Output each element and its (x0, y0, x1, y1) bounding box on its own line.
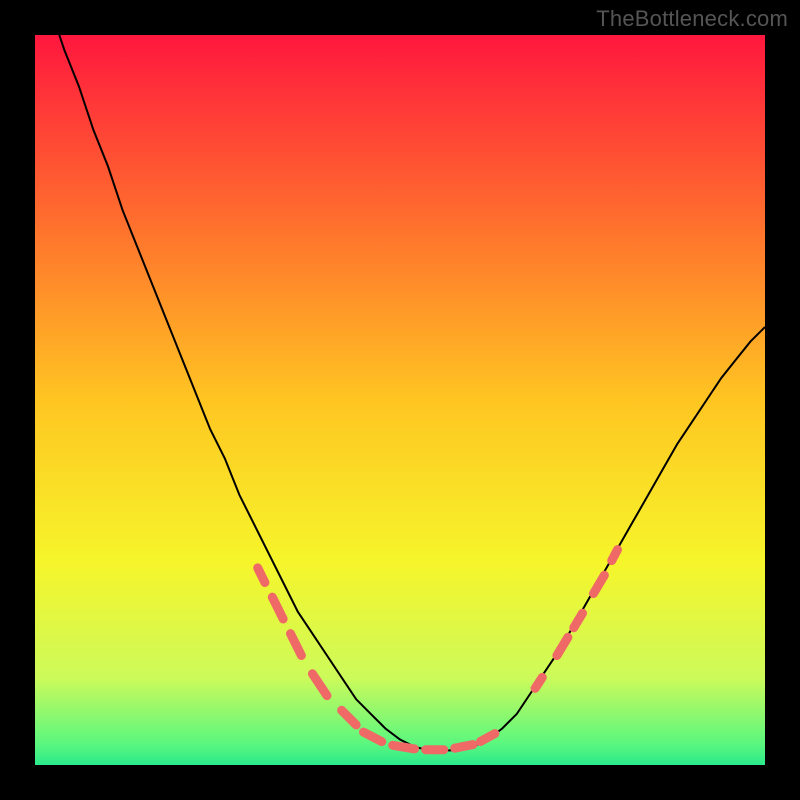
chart-svg (35, 35, 765, 765)
dash-segment (612, 550, 618, 561)
dash-segment (393, 745, 415, 749)
chart-plot (35, 35, 765, 765)
chart-frame: TheBottleneck.com (0, 0, 800, 800)
dash-segment (535, 677, 542, 688)
watermark-text: TheBottleneck.com (596, 6, 788, 32)
dash-segment (455, 745, 473, 749)
chart-background (35, 35, 765, 765)
